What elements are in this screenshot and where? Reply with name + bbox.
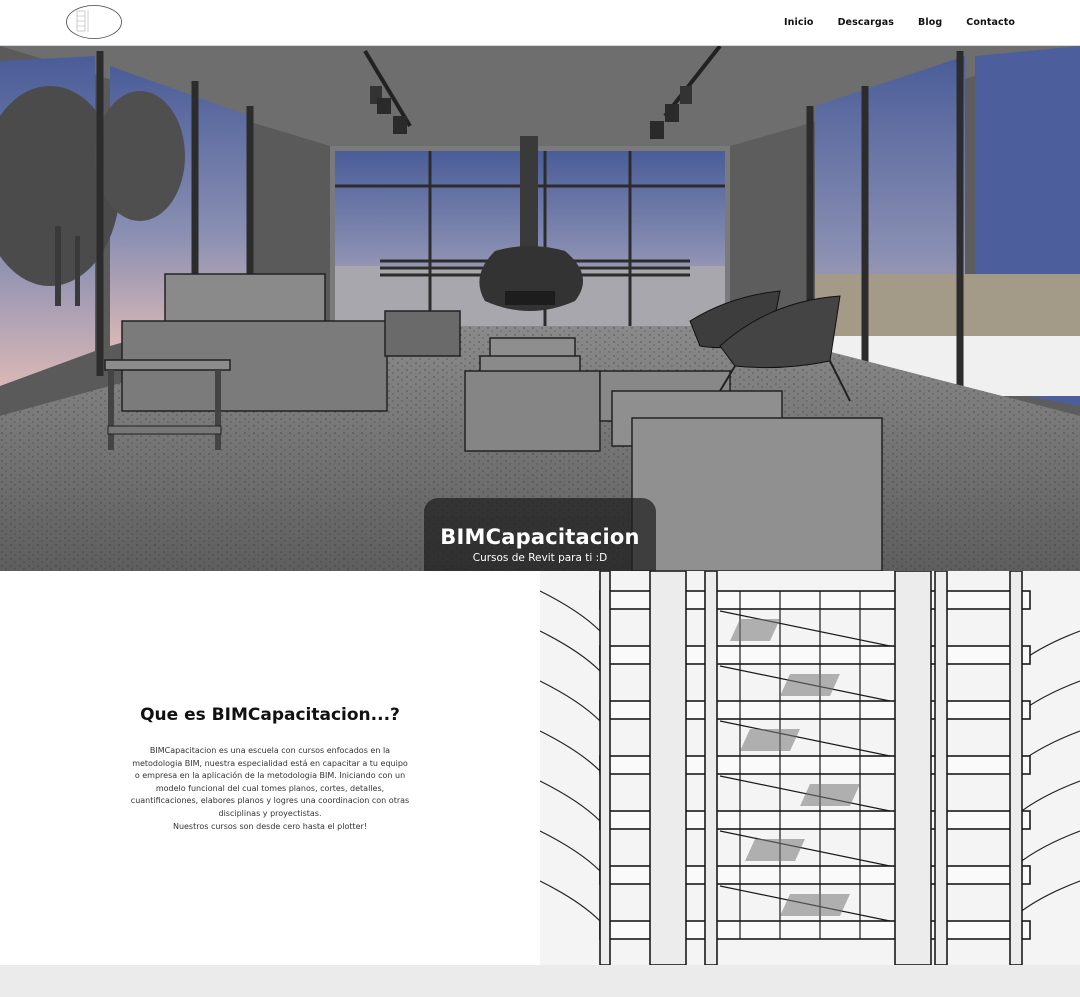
footer-bar: [0, 965, 1080, 997]
structure-render-image: [540, 571, 1080, 965]
main-nav: Inicio Descargas Blog Contacto: [784, 0, 1015, 45]
nav-contacto[interactable]: Contacto: [966, 17, 1015, 28]
hero-subtitle: Cursos de Revit para ti :D: [472, 552, 608, 564]
about-paragraph-closing: Nuestros cursos son desde cero hasta el …: [172, 821, 368, 831]
site-header: Inicio Descargas Blog Contacto: [0, 0, 1080, 46]
about-paragraph-main: BIMCapacitacion es una escuela con curso…: [130, 746, 410, 818]
site-logo[interactable]: [65, 4, 123, 40]
hero-background-image: [0, 46, 1080, 571]
about-heading: Que es BIMCapacitacion...?: [140, 705, 400, 725]
logo-icon: [66, 5, 122, 39]
hero-title-card: BIMCapacitacion Cursos de Revit para ti …: [424, 498, 656, 571]
hero-title: BIMCapacitacion: [440, 525, 640, 549]
nav-descargas[interactable]: Descargas: [838, 17, 894, 28]
hero-section: BIMCapacitacion Cursos de Revit para ti …: [0, 46, 1080, 571]
about-paragraph: BIMCapacitacion es una escuela con curso…: [130, 745, 410, 833]
nav-inicio[interactable]: Inicio: [784, 17, 814, 28]
nav-blog[interactable]: Blog: [918, 17, 942, 28]
structure-illustration: [540, 571, 1080, 965]
about-section: Que es BIMCapacitacion...? BIMCapacitaci…: [0, 571, 540, 965]
